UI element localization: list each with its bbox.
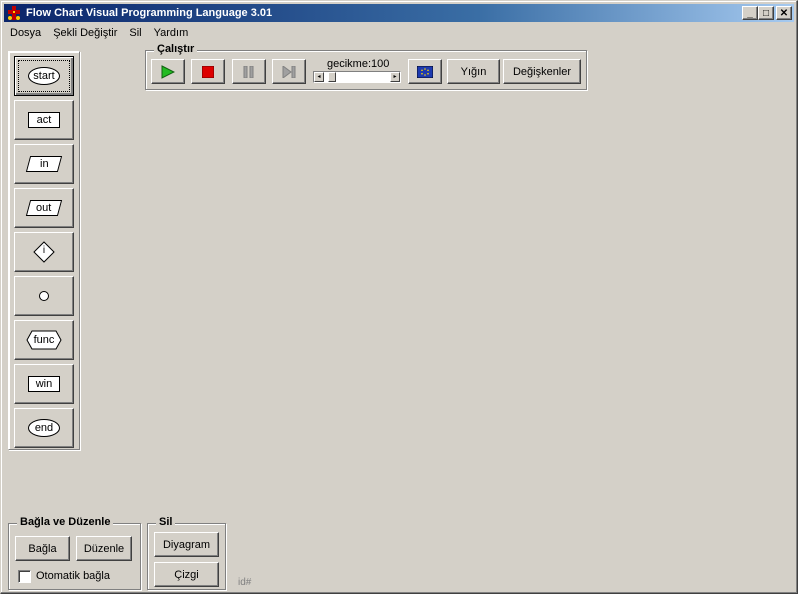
run-group-title: Çalıştır (154, 43, 198, 55)
delete-diagram-button[interactable]: Diyagram (154, 532, 219, 557)
palette-connector-button[interactable] (14, 276, 74, 316)
connect-button[interactable]: Bağla (15, 536, 70, 561)
edit-button-label: Düzenle (83, 542, 125, 555)
flag-icon (417, 65, 433, 78)
palette-input-button[interactable]: in (14, 144, 74, 184)
maximize-button[interactable]: □ (758, 6, 774, 20)
delete-line-label: Çizgi (174, 568, 199, 581)
decision-label: i (42, 245, 46, 256)
end-shape: end (28, 419, 60, 437)
stack-button-label: Yığın (460, 65, 487, 78)
palette-start-button[interactable]: start (14, 56, 74, 96)
output-shape: out (25, 200, 63, 216)
window-title: Flow Chart Visual Programming Language 3… (26, 7, 273, 19)
minimize-button[interactable]: _ (742, 6, 758, 20)
connect-group-title: Bağla ve Düzenle (17, 516, 114, 528)
menu-dosya[interactable]: Dosya (4, 24, 47, 42)
flag-button[interactable] (408, 59, 442, 84)
diagram-canvas[interactable] (83, 93, 795, 518)
close-button[interactable]: ✕ (776, 6, 792, 20)
auto-connect-label: Otomatik bağla (36, 570, 110, 582)
delete-group-title: Sil (156, 516, 176, 528)
palette-decision-button[interactable]: i (14, 232, 74, 272)
title-bar[interactable]: Flow Chart Visual Programming Language 3… (4, 4, 794, 22)
stop-icon (202, 65, 214, 78)
id-status: id# (238, 577, 252, 588)
close-icon: ✕ (779, 7, 789, 19)
variables-button[interactable]: Değişkenler (503, 59, 581, 84)
slider-thumb[interactable] (328, 72, 336, 82)
minimize-icon: _ (747, 7, 753, 19)
delay-slider[interactable]: ◂ ▸ (313, 71, 401, 83)
input-label: in (39, 158, 49, 170)
delete-line-button[interactable]: Çizgi (154, 562, 219, 587)
menu-help[interactable]: Yardım (148, 24, 195, 42)
play-icon (161, 64, 175, 79)
start-label: start (33, 70, 55, 82)
window-label: win (35, 378, 53, 390)
palette-function-button[interactable]: func (14, 320, 74, 360)
auto-connect-checkbox[interactable] (18, 570, 31, 583)
end-label: end (34, 422, 54, 434)
delay-label: gecikme:100 (327, 58, 390, 70)
menu-change-shape[interactable]: Şekli Değiştir (47, 24, 123, 42)
palette-window-button[interactable]: win (14, 364, 74, 404)
slider-right-arrow[interactable]: ▸ (390, 72, 400, 82)
maximize-icon: □ (762, 7, 770, 19)
menu-bar: Dosya Şekli Değiştir Sil Yardım (4, 24, 194, 42)
input-shape: in (25, 156, 63, 172)
connector-shape (39, 291, 49, 301)
menu-delete[interactable]: Sil (123, 24, 147, 42)
window-shape: win (28, 376, 60, 392)
pause-icon (243, 65, 254, 78)
output-label: out (36, 202, 52, 214)
step-icon (282, 65, 296, 78)
start-shape: start (28, 67, 60, 85)
function-label: func (33, 334, 55, 346)
stack-button[interactable]: Yığın (447, 59, 500, 84)
pause-button[interactable] (232, 59, 266, 84)
action-label: act (36, 114, 52, 126)
step-button[interactable] (272, 59, 306, 84)
slider-left-arrow[interactable]: ◂ (314, 72, 324, 82)
app-icon (6, 5, 22, 21)
connect-button-label: Bağla (28, 542, 57, 555)
run-button[interactable] (151, 59, 185, 84)
palette-output-button[interactable]: out (14, 188, 74, 228)
stop-button[interactable] (191, 59, 225, 84)
action-shape: act (28, 112, 60, 128)
palette-action-button[interactable]: act (14, 100, 74, 140)
variables-button-label: Değişkenler (512, 65, 572, 78)
delete-diagram-label: Diyagram (162, 538, 211, 551)
edit-button[interactable]: Düzenle (76, 536, 132, 561)
shape-palette: start act in out i func win end (8, 51, 80, 450)
palette-end-button[interactable]: end (14, 408, 74, 448)
app-window: Flow Chart Visual Programming Language 3… (0, 0, 798, 594)
